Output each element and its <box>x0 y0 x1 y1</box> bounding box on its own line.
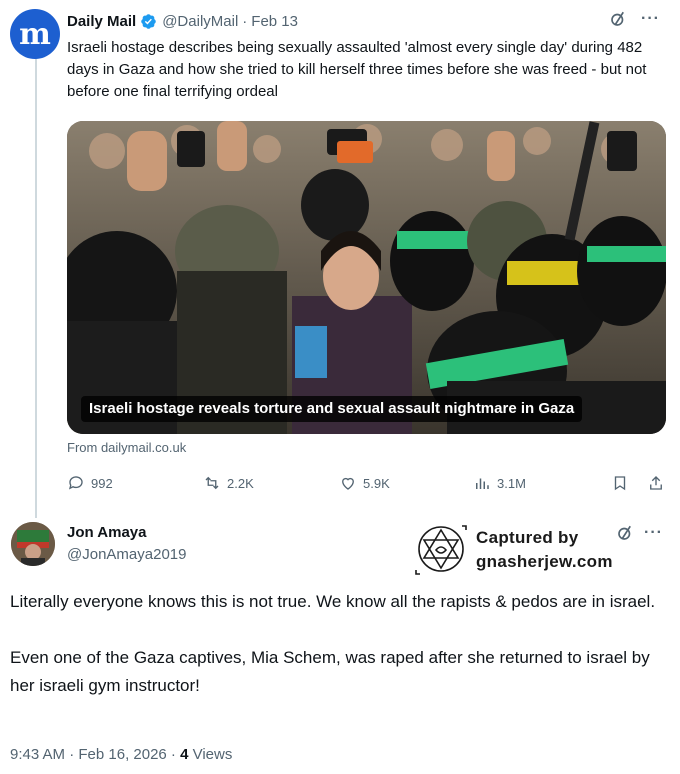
tweet2-timestamp[interactable]: 9:43 AM · Feb 16, 2026 · <box>10 746 180 763</box>
tweet1-media-image[interactable]: Israeli hostage reveals torture and sexu… <box>67 121 666 434</box>
tweet1-handle[interactable]: @DailyMail <box>162 13 238 30</box>
tweet1-separator: · <box>242 12 248 30</box>
more-icon[interactable]: ··· <box>641 11 660 27</box>
tweet1-display-name[interactable]: Daily Mail <box>67 13 136 30</box>
tweet2-handle[interactable]: @JonAmaya2019 <box>67 546 186 563</box>
tweet2-display-name[interactable]: Jon Amaya <box>67 524 146 541</box>
star-of-david-logo <box>415 525 467 575</box>
bookmark-button[interactable] <box>611 474 629 492</box>
grok-icon[interactable] <box>616 524 634 542</box>
tweet2-paragraph-2: Even one of the Gaza captives, Mia Schem… <box>10 648 650 695</box>
bookmark-icon <box>614 476 626 491</box>
tweet2-metadata: 9:43 AM · Feb 16, 2026 · 4 Views <box>10 746 232 763</box>
repost-count: 2.2K <box>227 475 254 491</box>
reply-count: 992 <box>91 475 113 491</box>
jon-amaya-avatar[interactable] <box>11 522 55 566</box>
repost-button[interactable]: 2.2K <box>203 474 254 492</box>
tweet2-views-label: Views <box>188 746 233 763</box>
like-count: 5.9K <box>363 475 390 491</box>
reply-button[interactable]: 992 <box>67 474 113 492</box>
reply-icon <box>68 476 83 490</box>
share-button[interactable] <box>647 474 665 492</box>
repost-icon <box>205 476 219 490</box>
tweet1-action-bar: 992 2.2K 5.9K 3.1M <box>67 474 667 496</box>
like-button[interactable]: 5.9K <box>339 474 390 492</box>
avatar-photo <box>11 522 55 566</box>
verified-badge-icon <box>141 13 156 29</box>
like-icon <box>342 477 354 490</box>
views-icon <box>476 478 489 489</box>
tweet2-header-actions: ··· <box>616 524 663 542</box>
grok-icon[interactable] <box>609 10 627 28</box>
tweet2-text: Literally everyone knows this is not tru… <box>10 588 670 700</box>
tweet2-paragraph-1: Literally everyone knows this is not tru… <box>10 592 656 611</box>
thread-connector-line <box>35 58 37 518</box>
avatar-letter: m <box>19 16 51 52</box>
crowd-photo <box>67 121 666 434</box>
share-icon <box>650 476 662 490</box>
tweet1-header: Daily Mail @DailyMail · Feb 13 ··· <box>67 10 660 32</box>
views-count: 3.1M <box>497 475 526 491</box>
media-caption: Israeli hostage reveals torture and sexu… <box>81 396 583 422</box>
more-icon[interactable]: ··· <box>644 525 663 541</box>
views-button[interactable]: 3.1M <box>473 474 526 492</box>
tweet1-text: Israeli hostage describes being sexually… <box>67 39 647 100</box>
daily-mail-avatar[interactable]: m <box>10 9 60 59</box>
link-source[interactable]: From dailymail.co.uk <box>67 440 186 455</box>
tweet1-date[interactable]: Feb 13 <box>251 13 298 30</box>
watermark-overlay: Captured by gnasherjew.com <box>410 520 640 580</box>
watermark-line1: Captured by <box>476 528 579 547</box>
watermark-line2: gnasherjew.com <box>476 552 613 571</box>
